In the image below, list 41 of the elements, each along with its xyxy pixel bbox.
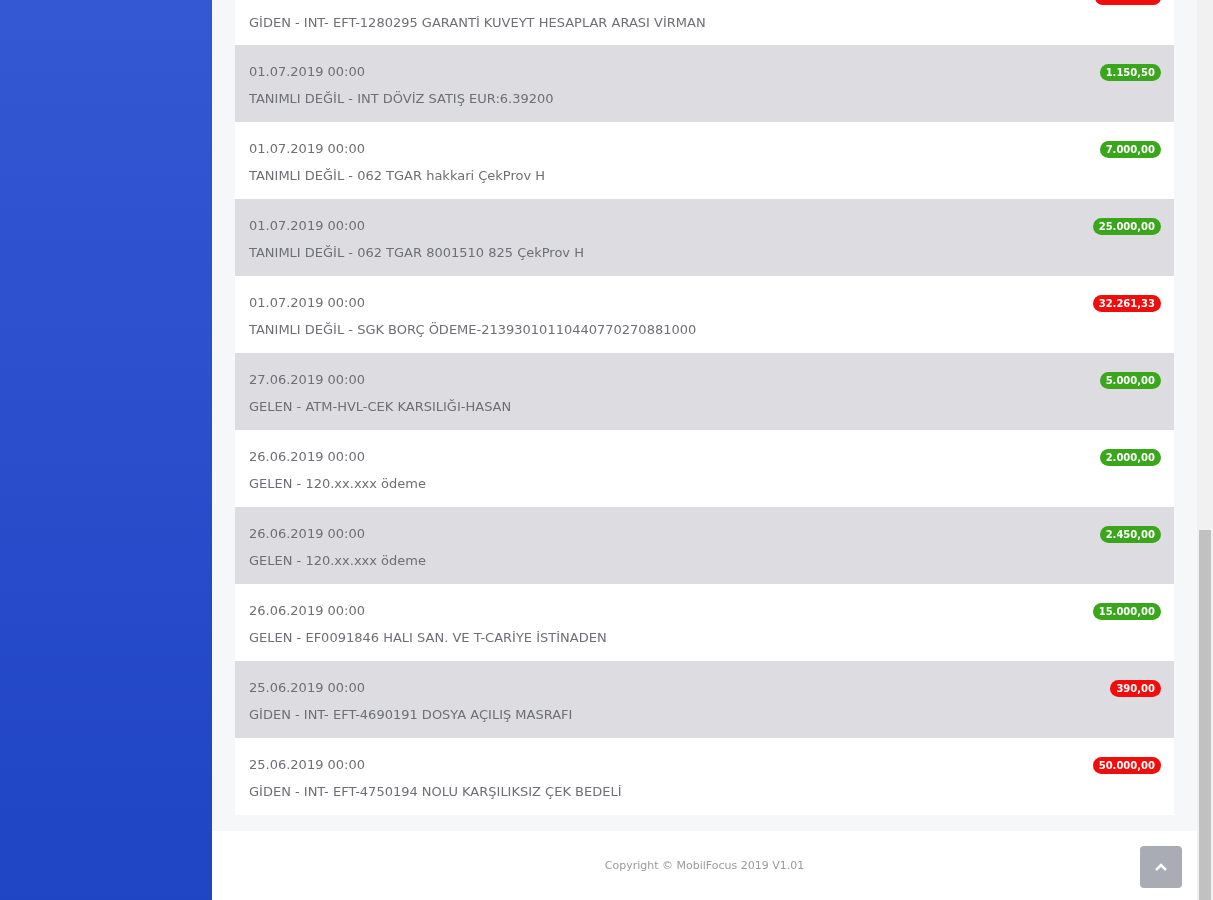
amount-badge: 7.000,00 <box>1099 141 1161 158</box>
transaction-description: GELEN - 120.xx.xxx ödeme <box>249 553 426 569</box>
transaction-description: GİDEN - INT- EFT-4750194 NOLU KARŞILIKSIZ ÇEK BEDELİ <box>249 784 622 800</box>
transaction-date: 01.07.2019 00:00 <box>249 64 366 80</box>
transaction-row[interactable]: 01.07.2019 00:00 TANIMLI DEĞİL - INT DÖVİZ SATIŞ EUR:6.39200 1.150,50 <box>235 45 1174 122</box>
amount-badge: 2.450,00 <box>1099 526 1161 543</box>
amount-badge: 1.150,50 <box>1099 64 1161 81</box>
transaction-date: 26.06.2019 00:00 <box>249 449 366 465</box>
amount-badge: 5.000,00 <box>1099 372 1161 389</box>
amount-badge: 32.261,33 <box>1092 295 1161 312</box>
transaction-row[interactable]: 27.06.2019 00:00 GELEN - ATM-HVL-CEK KARSILIĞI-HASAN 5.000,00 <box>235 353 1174 430</box>
scrollbar[interactable] <box>1197 0 1213 900</box>
transaction-date: 01.07.2019 00:00 <box>249 295 366 311</box>
scrollbar-thumb[interactable] <box>1199 530 1211 900</box>
transaction-description: GELEN - ATM-HVL-CEK KARSILIĞI-HASAN <box>249 399 512 415</box>
amount-badge: 50.000,00 <box>1092 757 1161 774</box>
transaction-description: GELEN - 120.xx.xxx ödeme <box>249 476 426 492</box>
transaction-date: 01.07.2019 00:00 <box>249 218 366 234</box>
scroll-top-button[interactable] <box>1140 846 1182 888</box>
chevron-up-icon <box>1155 863 1167 871</box>
transaction-description: TANIMLI DEĞİL - 062 TGAR 8001510 825 ÇekProv H <box>249 245 584 261</box>
transaction-row[interactable]: 01.07.2019 00:00 TANIMLI DEĞİL - 062 TGAR 8001510 825 ÇekProv H 25.000,00 <box>235 199 1174 276</box>
transaction-description: TANIMLI DEĞİL - INT DÖVİZ SATIŞ EUR:6.39200 <box>249 91 554 107</box>
amount-badge: 390,00 <box>1110 680 1161 697</box>
transaction-description: TANIMLI DEĞİL - 062 TGAR hakkari ÇekProv H <box>249 168 546 184</box>
transaction-date: 01.07.2019 00:00 <box>249 141 366 157</box>
transaction-description: TANIMLI DEĞİL - SGK BORÇ ÖDEME-21393010110440770270881000 <box>249 322 697 338</box>
transaction-date: 26.06.2019 00:00 <box>249 526 366 542</box>
transaction-date: 25.06.2019 00:00 <box>249 680 366 696</box>
transaction-description: GİDEN - INT- EFT-4690191 DOSYA AÇILIŞ MASRAFI <box>249 707 573 723</box>
copyright-text: Copyright © MobilFocus 2019 V1.01 <box>604 859 805 872</box>
transaction-row[interactable]: 26.06.2019 00:00 GELEN - 120.xx.xxx ödeme 2.450,00 <box>235 507 1174 584</box>
amount-badge: 25.000,00 <box>1092 218 1161 235</box>
transaction-date: 25.06.2019 00:00 <box>249 757 366 773</box>
transaction-description: GELEN - EF0091846 HALI SAN. VE T-CARİYE İSTİNADEN <box>249 630 607 646</box>
transaction-date: 26.06.2019 00:00 <box>249 603 366 619</box>
amount-badge: 2.000,00 <box>1099 449 1161 466</box>
amount-badge: 15.000,00 <box>1092 603 1161 620</box>
transaction-description: GİDEN - INT- EFT-1280295 GARANTİ KUVEYT HESAPLAR ARASI VİRMAN <box>249 15 706 31</box>
transaction-date: 27.06.2019 00:00 <box>249 372 366 388</box>
transaction-row[interactable]: 25.06.2019 00:00 GİDEN - INT- EFT-4690191 DOSYA AÇILIŞ MASRAFI 390,00 <box>235 661 1174 738</box>
